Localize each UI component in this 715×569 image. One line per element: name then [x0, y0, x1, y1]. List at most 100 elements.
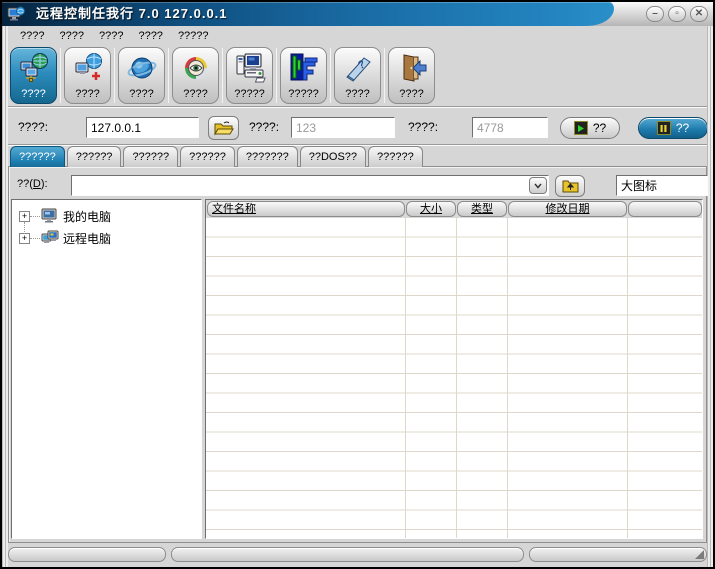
tree-line [30, 216, 40, 217]
tab-bar: ?????? ?????? ?????? ?????? ??????? ??DO… [10, 146, 423, 167]
title-bar[interactable]: 远程控制任我行 7.0 127.0.0.1 – ▫ ✕ [2, 2, 713, 26]
remote-computer-icon [41, 230, 59, 246]
toolbar-button-label: ???? [183, 88, 207, 100]
host-input[interactable] [86, 117, 199, 138]
frame-edge [707, 26, 713, 567]
column-header-type[interactable]: 类型 [457, 201, 507, 217]
toolbar-button-scan[interactable]: ????? [226, 47, 273, 104]
tab-3[interactable]: ?????? [123, 146, 178, 167]
port-input[interactable] [472, 117, 548, 138]
column-header-filename[interactable]: 文件名称 [207, 201, 405, 217]
start-button-label: ?? [593, 121, 606, 135]
tab-4[interactable]: ?????? [180, 146, 235, 167]
expand-icon[interactable]: + [19, 211, 30, 222]
open-file-button[interactable] [208, 116, 239, 140]
up-folder-button[interactable] [555, 175, 585, 197]
toolbar-button-browse[interactable]: ???? [118, 47, 165, 104]
tree-item-my-computer[interactable]: + 我的电脑 [12, 206, 201, 226]
toolbar-separator [276, 48, 277, 103]
menu-item-3[interactable]: ???? [99, 30, 123, 42]
stop-button-label: ?? [676, 121, 689, 135]
column-header-size[interactable]: 大小 [406, 201, 456, 217]
tree-item-label: 我的电脑 [63, 208, 111, 225]
toolbar-separator [384, 48, 385, 103]
user-label: ????: [249, 120, 279, 134]
toolbar-button-connect[interactable]: ???? [10, 47, 57, 104]
column-gridline [627, 218, 628, 538]
bar-chart-icon [287, 48, 321, 88]
toolbar: ???? ???? [10, 44, 705, 106]
network-add-icon [72, 48, 104, 88]
start-button[interactable]: ?? [560, 117, 620, 139]
column-gridline [405, 218, 406, 538]
connection-bar: ????: ????: ????: ?? [2, 108, 713, 146]
toolbar-separator [168, 48, 169, 103]
close-button[interactable]: ✕ [690, 6, 708, 22]
tab-7[interactable]: ?????? [368, 146, 423, 167]
stop-button[interactable]: ?? [638, 117, 708, 139]
tree-line [30, 238, 40, 239]
tab-5[interactable]: ??????? [237, 146, 298, 167]
toolbar-button-label: ???? [345, 88, 369, 100]
tab-dos[interactable]: ??DOS?? [300, 146, 366, 167]
toolbar-button-label: ???? [399, 88, 423, 100]
toolbar-button-label: ???? [75, 88, 99, 100]
computer-scan-icon [233, 48, 267, 88]
app-window: 远程控制任我行 7.0 127.0.0.1 – ▫ ✕ ???? ???? ??… [0, 0, 715, 569]
menu-item-2[interactable]: ???? [59, 30, 83, 42]
host-label: ????: [18, 120, 48, 134]
address-bar: ??(D): [9, 172, 706, 198]
network-connect-icon [18, 48, 50, 88]
column-header-modified[interactable]: 修改日期 [508, 201, 627, 217]
column-gridline [702, 218, 703, 538]
path-combobox[interactable] [71, 175, 549, 196]
tree-item-remote-computer[interactable]: + 远程电脑 [12, 228, 201, 248]
expand-icon[interactable]: + [19, 233, 30, 244]
path-input[interactable] [72, 176, 528, 195]
view-mode-value[interactable] [617, 176, 715, 195]
window-frame: 远程控制任我行 7.0 127.0.0.1 – ▫ ✕ ???? ???? ??… [2, 2, 713, 567]
toolbar-button-label: ???? [129, 88, 153, 100]
computer-tree[interactable]: + 我的电脑 + [11, 199, 202, 539]
resize-grip-icon[interactable] [695, 550, 704, 559]
toolbar-separator [330, 48, 331, 103]
user-input[interactable] [291, 117, 395, 138]
menu-item-4[interactable]: ???? [138, 30, 162, 42]
status-panel-3 [529, 547, 707, 562]
file-list-header: 文件名称 大小 类型 修改日期 [206, 200, 702, 218]
toolbar-button-stats[interactable]: ????? [280, 47, 327, 104]
file-list-body[interactable] [206, 218, 702, 538]
status-panel-1 [8, 547, 166, 562]
tab-2[interactable]: ?????? [67, 146, 122, 167]
pause-icon [657, 121, 671, 135]
folder-up-icon [562, 179, 579, 193]
menu-bar: ???? ???? ???? ???? ????? [12, 28, 705, 44]
toolbar-separator [60, 48, 61, 103]
path-dropdown-button[interactable] [529, 177, 547, 194]
status-panel-2 [171, 547, 524, 562]
menu-item-5[interactable]: ????? [178, 30, 209, 42]
tab-file-manager[interactable]: ?????? [10, 146, 65, 167]
column-gridline [507, 218, 508, 538]
my-computer-icon [41, 208, 59, 224]
column-header-extra[interactable] [628, 201, 702, 217]
port-label: ????: [408, 120, 438, 134]
toolbar-button-help[interactable]: ? ???? [334, 47, 381, 104]
toolbar-separator [222, 48, 223, 103]
menu-item-1[interactable]: ???? [20, 30, 44, 42]
toolbar-button-exit[interactable]: ???? [388, 47, 435, 104]
maximize-button[interactable]: ▫ [668, 6, 686, 22]
chevron-down-icon [534, 183, 542, 189]
minimize-button[interactable]: – [646, 6, 664, 22]
exit-door-icon [396, 48, 428, 88]
toolbar-button-view[interactable]: ???? [172, 47, 219, 104]
toolbar-button-label: ???? [21, 88, 45, 100]
toolbar-button-label: ????? [288, 88, 319, 100]
app-icon [7, 5, 25, 23]
column-gridline [456, 218, 457, 538]
file-list[interactable]: 文件名称 大小 类型 修改日期 [205, 199, 703, 539]
play-icon [574, 121, 588, 135]
toolbar-button-add[interactable]: ???? [64, 47, 111, 104]
help-book-icon: ? [342, 48, 374, 88]
view-mode-combobox[interactable] [616, 175, 708, 196]
